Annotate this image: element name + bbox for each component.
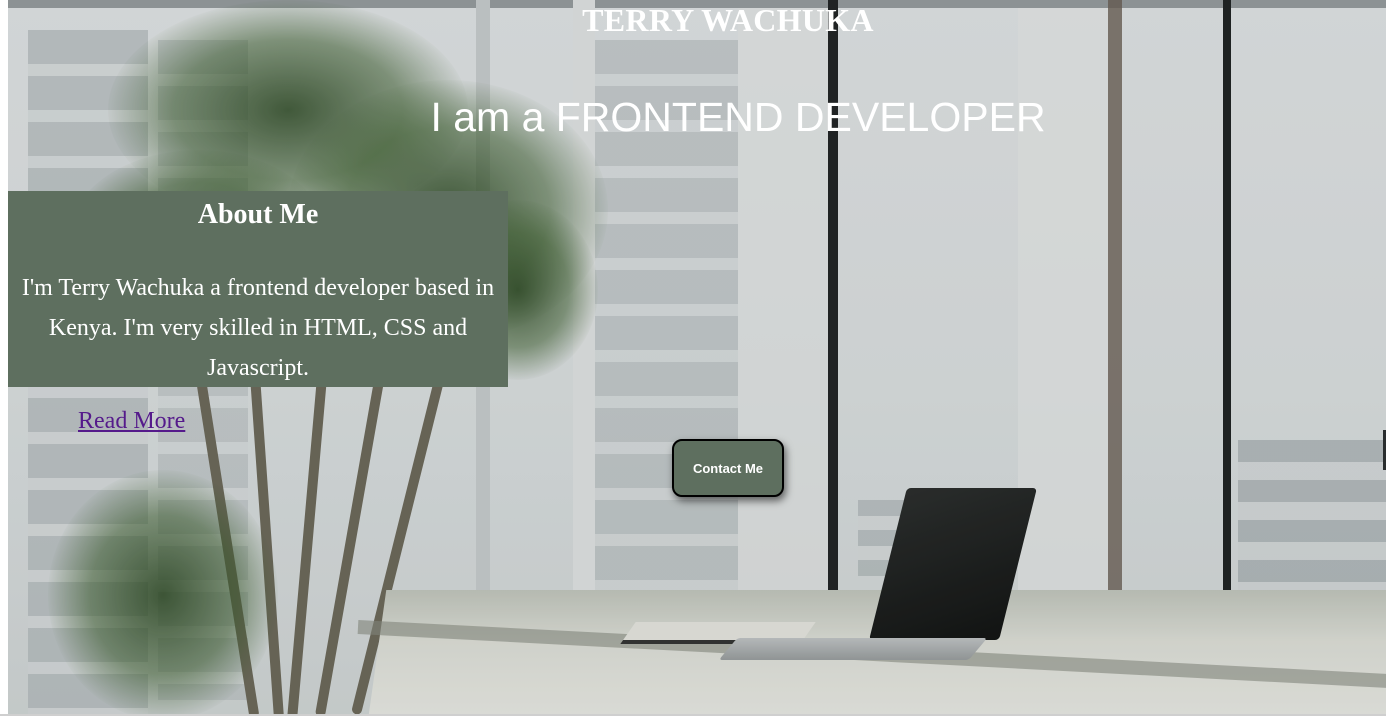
about-text: I'm Terry Wachuka a frontend developer b… xyxy=(21,275,495,381)
site-title: TERRY WACHUKA xyxy=(582,2,874,38)
contact-me-button[interactable]: Contact Me xyxy=(672,439,784,497)
about-panel: About Me I'm Terry Wachuka a frontend de… xyxy=(8,191,508,387)
tagline: I am a FRONTEND DEVELOPER xyxy=(430,94,1046,140)
read-more-link[interactable]: Read More xyxy=(78,408,185,435)
about-heading: About Me xyxy=(197,199,319,230)
hero-section: TERRY WACHUKA I am a FRONTEND DEVELOPER … xyxy=(8,0,1386,714)
